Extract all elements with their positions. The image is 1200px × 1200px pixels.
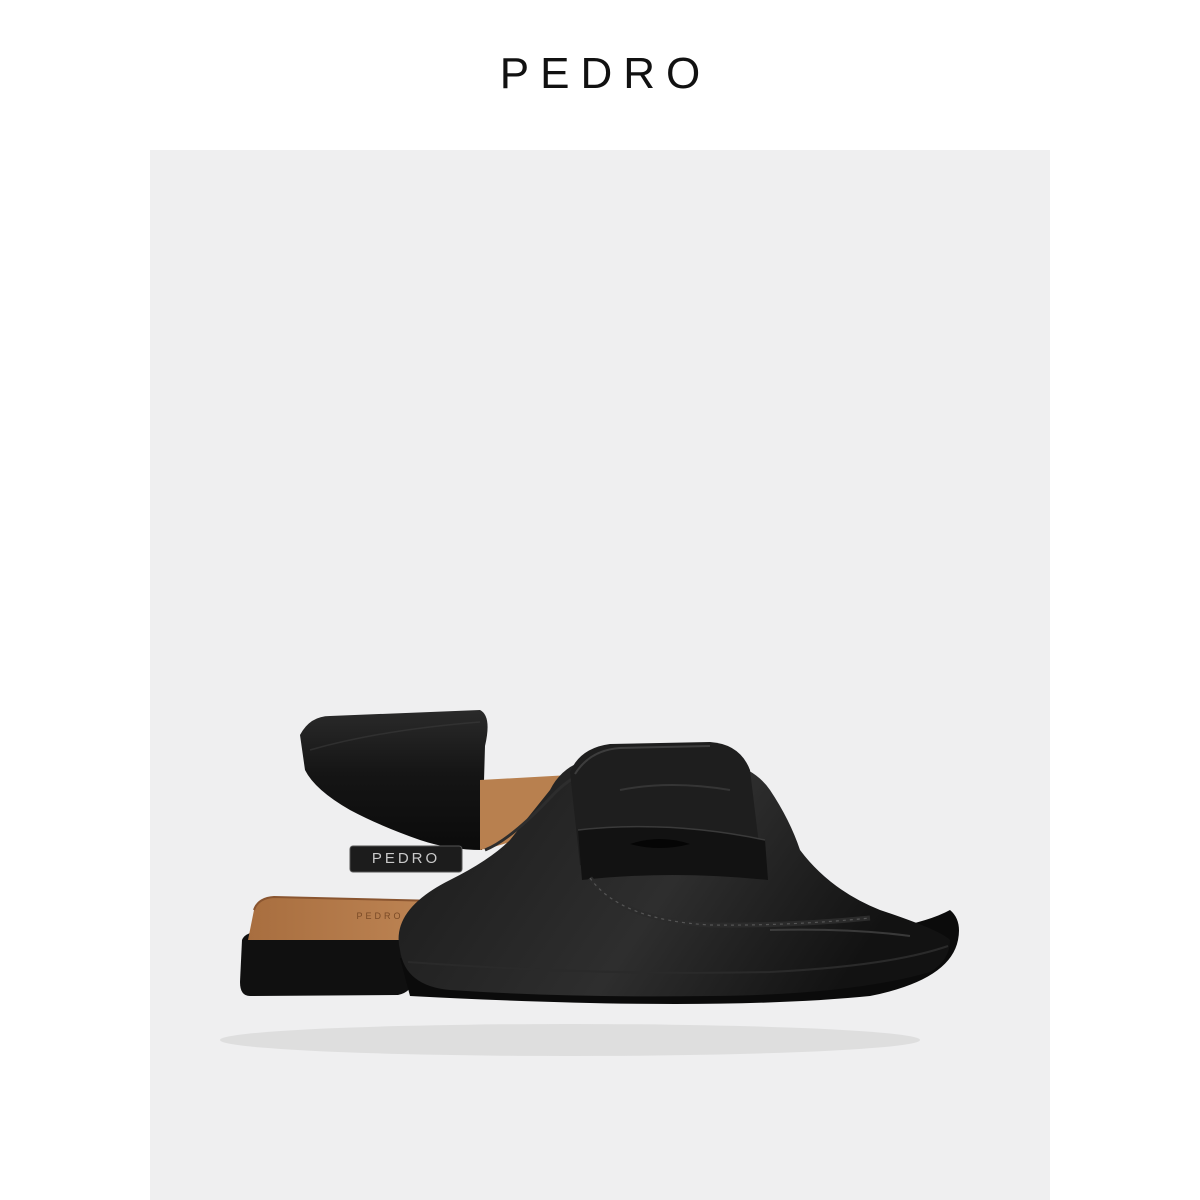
loafer-illustration [220, 710, 959, 1056]
heel-block [240, 932, 412, 996]
strap-logo-text: PEDRO [371, 850, 441, 867]
product-image: PEDRO PEDRO [150, 150, 1050, 1200]
slingback-strap [300, 710, 488, 850]
ground-shadow [220, 1024, 920, 1056]
insole-logo-text: PEDRO [356, 911, 404, 921]
brand-logo: PEDRO [499, 49, 712, 98]
